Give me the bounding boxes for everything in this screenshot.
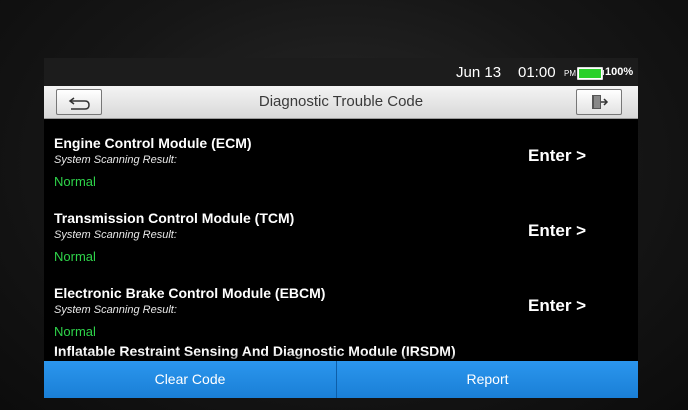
module-status: Normal xyxy=(54,324,96,339)
module-list: Engine Control Module (ECM) System Scann… xyxy=(44,119,638,369)
module-item-tcm[interactable]: Transmission Control Module (TCM) System… xyxy=(44,194,638,268)
exit-button[interactable] xyxy=(576,89,622,115)
device-bezel: Jun 13 01:00 PM 100% Diagnostic Trouble … xyxy=(0,0,688,410)
module-status: Normal xyxy=(54,249,96,264)
module-subtitle: System Scanning Result: xyxy=(54,304,177,316)
status-time: 01:00 xyxy=(518,64,556,81)
module-name: Electronic Brake Control Module (EBCM) xyxy=(54,285,326,301)
footer-bar: Clear Code Report xyxy=(44,361,638,398)
title-bar: Diagnostic Trouble Code xyxy=(44,86,638,119)
module-item-ecm[interactable]: Engine Control Module (ECM) System Scann… xyxy=(44,119,638,193)
enter-button[interactable]: Enter > xyxy=(528,296,586,316)
battery-tip xyxy=(602,70,604,75)
exit-door-icon xyxy=(592,95,609,109)
battery-icon xyxy=(577,67,603,80)
battery-percent: 100% xyxy=(605,66,634,78)
module-item-irsdm[interactable]: Inflatable Restraint Sensing And Diagnos… xyxy=(54,343,456,359)
clear-code-button[interactable]: Clear Code xyxy=(44,361,337,398)
status-date: Jun 13 xyxy=(456,64,502,81)
scanner-screen: Jun 13 01:00 PM 100% Diagnostic Trouble … xyxy=(44,58,638,398)
module-subtitle: System Scanning Result: xyxy=(54,229,177,241)
module-subtitle: System Scanning Result: xyxy=(54,154,177,166)
module-name: Transmission Control Module (TCM) xyxy=(54,210,295,226)
status-bar: Jun 13 01:00 PM 100% xyxy=(44,58,638,86)
status-ampm: PM xyxy=(564,69,576,78)
enter-button[interactable]: Enter > xyxy=(528,221,586,241)
battery-level xyxy=(579,69,601,78)
module-name: Engine Control Module (ECM) xyxy=(54,135,252,151)
module-status: Normal xyxy=(54,174,96,189)
back-button[interactable] xyxy=(56,89,102,115)
back-arrow-icon xyxy=(68,97,90,110)
report-button[interactable]: Report xyxy=(337,361,638,398)
enter-button[interactable]: Enter > xyxy=(528,146,586,166)
module-item-ebcm[interactable]: Electronic Brake Control Module (EBCM) S… xyxy=(44,269,638,343)
page-title: Diagnostic Trouble Code xyxy=(258,93,424,110)
